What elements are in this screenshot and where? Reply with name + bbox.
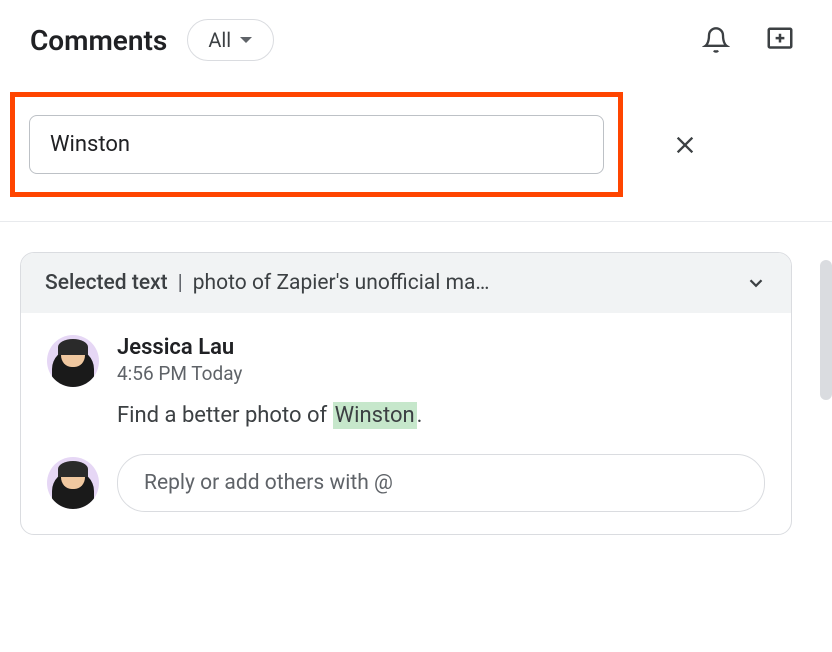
selected-text-label: Selected text [45, 271, 168, 295]
comment-author: Jessica Lau [117, 335, 765, 360]
separator: | [178, 271, 183, 295]
reply-input[interactable] [117, 454, 765, 512]
close-icon [674, 134, 696, 156]
scrollbar[interactable] [820, 260, 832, 640]
caret-down-icon [239, 36, 253, 44]
selected-text-preview: photo of Zapier's unofficial ma… [193, 271, 735, 295]
comment-card: Selected text | photo of Zapier's unoffi… [20, 252, 792, 535]
avatar [47, 457, 99, 509]
search-highlight-box [10, 92, 623, 197]
filter-label: All [208, 28, 231, 52]
scrollbar-thumb[interactable] [820, 260, 832, 400]
comment-timestamp: 4:56 PM Today [117, 362, 765, 385]
new-comment-button[interactable] [758, 18, 802, 62]
search-match-highlight: Winston [333, 402, 417, 429]
close-search-button[interactable] [665, 125, 705, 165]
card-header[interactable]: Selected text | photo of Zapier's unoffi… [21, 253, 791, 313]
comment-text: Find a better photo of Winston. [117, 399, 765, 432]
chevron-down-icon [745, 272, 767, 294]
comments-title: Comments [30, 24, 167, 57]
add-comment-icon [765, 25, 795, 55]
bell-icon [702, 26, 730, 54]
notifications-button[interactable] [694, 18, 738, 62]
search-input[interactable] [29, 115, 604, 174]
avatar [47, 335, 99, 387]
filter-dropdown[interactable]: All [187, 19, 274, 61]
